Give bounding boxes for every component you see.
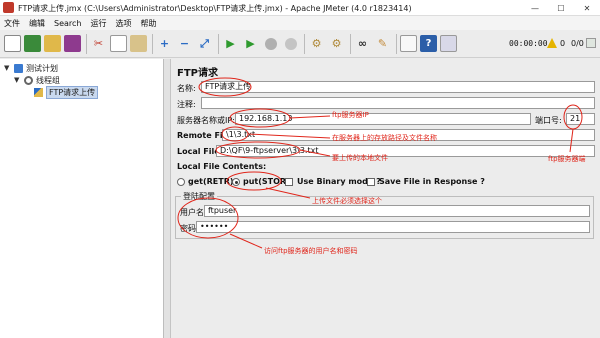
comment-input[interactable] [201, 97, 595, 109]
name-label: 名称: [177, 84, 196, 93]
search-icon[interactable]: ∞ [354, 35, 371, 52]
comment-label: 注释: [177, 100, 196, 109]
tree-item-label: 线程组 [36, 75, 60, 85]
reset-search-icon[interactable]: ✎ [374, 35, 391, 52]
expand-icon[interactable]: + [156, 35, 173, 52]
warning-icon[interactable] [547, 38, 557, 48]
local-file-contents-label: Local File Contents: [177, 162, 267, 171]
function-helper-icon[interactable] [400, 35, 417, 52]
elapsed-timer: 00:00:00 [509, 39, 548, 48]
clear-all-icon[interactable]: ⚙ [328, 35, 345, 52]
login-section-title: 登陆配置 [181, 191, 217, 202]
start-icon[interactable]: ▶ [222, 35, 239, 52]
collapse-icon[interactable]: − [176, 35, 193, 52]
menu-help[interactable]: 帮助 [140, 18, 156, 29]
start-no-pause-icon[interactable]: ▶ [242, 35, 259, 52]
tree-item-test-plan[interactable]: ▼ 测试计划 [4, 62, 58, 74]
tree-item-thread-group[interactable]: ▼ 线程组 [14, 74, 60, 86]
username-label: 用户名 [180, 208, 204, 217]
annotation-port: ftp服务器端 [548, 155, 586, 163]
server-input[interactable]: 192.168.1.13 [235, 113, 531, 125]
annotation-server: ftp服务器IP [332, 111, 369, 119]
help-icon[interactable]: ? [420, 35, 437, 52]
status-indicator-icon [586, 38, 596, 48]
port-input[interactable]: 21 [566, 113, 595, 125]
put-radio-label: put(STOR) [243, 177, 290, 186]
local-file-input[interactable]: D:\QF\9-ftpserver\3\3.txt [216, 145, 595, 157]
tree-item-label: FTP请求上传 [46, 85, 99, 99]
minimize-button[interactable]: — [522, 0, 548, 16]
paste-icon[interactable] [130, 35, 147, 52]
name-input[interactable]: FTP请求上传 [201, 81, 595, 93]
expand-toggle-icon[interactable]: ▼ [4, 64, 11, 72]
jmeter-icon [3, 2, 14, 13]
binary-mode-checkbox[interactable] [285, 178, 293, 186]
password-label: 密码 [180, 224, 196, 233]
panel-splitter[interactable] [164, 59, 171, 338]
test-plan-tree: ▼ 测试计划 ▼ 线程组 FTP请求上传 [0, 59, 164, 338]
password-input[interactable]: •••••• [196, 221, 590, 233]
close-button[interactable]: ✕ [574, 0, 600, 16]
annotation-login: 访问ftp服务器的用户名和密码 [264, 247, 358, 255]
menu-bar: 文件 编辑 Search 运行 选项 帮助 [0, 16, 600, 30]
gear-icon [24, 75, 33, 85]
pipette-icon [34, 87, 43, 97]
new-icon[interactable] [4, 35, 21, 52]
menu-options[interactable]: 选项 [115, 18, 131, 29]
get-radio-label: get(RETR) [188, 177, 234, 186]
save-response-label: Save File in Response ? [379, 177, 485, 186]
server-label: 服务器名称或IP: [177, 116, 235, 125]
menu-run[interactable]: 运行 [90, 18, 106, 29]
thread-count: 0/0 [571, 39, 584, 48]
cut-icon[interactable]: ✂ [90, 35, 107, 52]
copy-icon[interactable] [110, 35, 127, 52]
clear-icon[interactable]: ⚙ [308, 35, 325, 52]
panel-title: FTP请求 [177, 68, 218, 79]
tree-item-label: 测试计划 [26, 63, 58, 73]
save-icon[interactable] [64, 35, 81, 52]
tree-item-ftp-request[interactable]: FTP请求上传 [34, 85, 99, 99]
menu-search[interactable]: Search [54, 19, 81, 28]
expand-toggle-icon[interactable]: ▼ [14, 76, 21, 84]
templates-icon[interactable] [24, 35, 41, 52]
annotation-put: 上传文件必须选择这个 [312, 197, 382, 205]
menu-file[interactable]: 文件 [4, 18, 20, 29]
open-icon[interactable] [44, 35, 61, 52]
get-radio[interactable] [177, 178, 185, 186]
test-plan-icon [14, 63, 23, 73]
settings-icon[interactable] [440, 35, 457, 52]
window-title: FTP请求上传.jmx (C:\Users\Administrator\Desk… [18, 4, 412, 13]
window-title-bar: FTP请求上传.jmx (C:\Users\Administrator\Desk… [0, 0, 600, 16]
toolbar: ✂ + − ⤢ ▶ ▶ ⚙ ⚙ ∞ ✎ ? 00:00:00 0 0/0 [0, 30, 600, 58]
maximize-button[interactable]: ☐ [548, 0, 574, 16]
menu-edit[interactable]: 编辑 [29, 18, 45, 29]
annotation-local: 要上传的本地文件 [332, 154, 388, 162]
warning-count: 0 [560, 39, 566, 48]
port-label: 端口号: [535, 116, 562, 125]
stop-icon[interactable] [262, 35, 279, 52]
ftp-request-panel: FTP请求 名称: FTP请求上传 注释: 服务器名称或IP: 192.168.… [171, 59, 600, 338]
annotation-remote: 在服务器上的存放路径及文件名称 [332, 134, 437, 142]
put-radio[interactable] [232, 178, 240, 186]
username-input[interactable]: ftpuser [204, 205, 590, 217]
save-response-checkbox[interactable] [367, 178, 375, 186]
shutdown-icon[interactable] [282, 35, 299, 52]
toggle-icon[interactable]: ⤢ [196, 35, 213, 52]
